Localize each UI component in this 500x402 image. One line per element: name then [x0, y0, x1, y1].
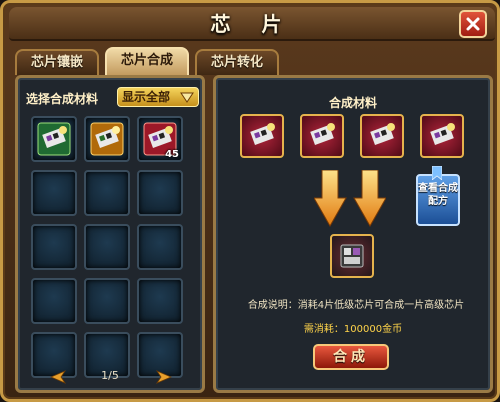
red-chip-icon — [310, 123, 335, 145]
close-button[interactable] — [459, 10, 487, 38]
result-slot[interactable] — [330, 234, 374, 278]
compose-button[interactable]: 合成 — [313, 344, 389, 370]
material-select-title: 选择合成材料 — [26, 92, 99, 106]
material-select-panel: 选择合成材料 显示全部 45 1/5 — [15, 75, 205, 393]
show-all-dropdown[interactable]: 显示全部 — [117, 87, 199, 107]
red-chip-icon — [370, 123, 395, 145]
tab-bar: 芯片镶嵌 芯片合成 芯片转化 — [15, 47, 285, 75]
tab-chip-compose[interactable]: 芯片合成 — [105, 47, 190, 75]
dark-chip-icon — [340, 244, 364, 268]
close-icon — [466, 17, 480, 31]
chip-window: 芯 片 芯片镶嵌 芯片合成 芯片转化 选择合成材料 显示全部 45 1/5 合成… — [0, 0, 500, 402]
green-chip-icon — [37, 122, 71, 156]
material-slot[interactable] — [84, 224, 130, 270]
tab-chip-convert[interactable]: 芯片转化 — [195, 49, 280, 75]
material-slot[interactable]: 45 — [137, 116, 183, 162]
gold-cost: 需消耗：100000金币 — [303, 324, 403, 335]
material-slot-2[interactable] — [300, 114, 344, 158]
title-bar: 芯 片 — [9, 7, 495, 41]
bookmark-icon — [432, 166, 442, 180]
red-chip-icon — [250, 123, 275, 145]
page-indicator: 1/5 — [101, 369, 119, 382]
compose-panel: 合成材料 查看合成配方 合成说明：消耗4片低级芯片可合成一片高级芯片 需消耗：1… — [213, 75, 493, 393]
orange-chip-icon — [90, 122, 124, 156]
material-slot[interactable] — [84, 278, 130, 324]
material-slot[interactable] — [31, 278, 77, 324]
material-slot[interactable] — [31, 116, 77, 162]
show-all-label: 显示全部 — [122, 90, 171, 104]
material-slot[interactable] — [137, 170, 183, 216]
material-slot[interactable] — [84, 170, 130, 216]
material-slot-4[interactable] — [420, 114, 464, 158]
material-grid: 45 — [31, 116, 183, 378]
item-count: 45 — [165, 149, 179, 160]
chevron-down-icon — [180, 92, 194, 103]
material-slot-1[interactable] — [240, 114, 284, 158]
down-arrow-icon — [314, 170, 386, 228]
material-slot[interactable] — [31, 224, 77, 270]
compose-description: 合成说明：消耗4片低级芯片可合成一片高级芯片 — [247, 300, 465, 311]
material-slot[interactable] — [84, 116, 130, 162]
compose-materials-title: 合成材料 — [328, 96, 377, 110]
view-recipe-button[interactable]: 查看合成配方 — [416, 166, 460, 226]
material-slot[interactable] — [137, 278, 183, 324]
material-slots — [240, 114, 464, 158]
view-recipe-label: 查看合成配方 — [418, 183, 458, 207]
red-chip-icon — [430, 123, 455, 145]
tab-chip-inlay[interactable]: 芯片镶嵌 — [15, 49, 100, 75]
material-slot[interactable] — [137, 224, 183, 270]
arrow-right-icon[interactable] — [156, 370, 172, 384]
window-title: 芯 片 — [210, 12, 294, 36]
material-slot[interactable] — [31, 170, 77, 216]
material-slot-3[interactable] — [360, 114, 404, 158]
pager: 1/5 — [18, 368, 202, 386]
